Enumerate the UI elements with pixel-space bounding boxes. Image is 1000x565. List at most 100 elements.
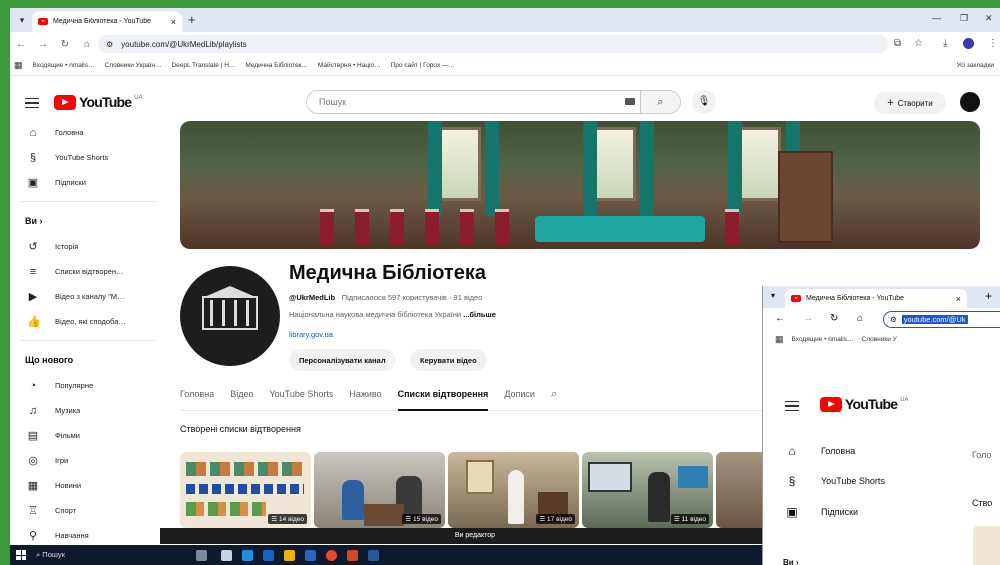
sidebar-item-movies[interactable]: ▤ Фільми — [10, 423, 160, 448]
new-tab-icon[interactable]: + — [188, 12, 196, 27]
bookmark-item[interactable]: Входящие • nmalis… — [792, 336, 854, 343]
tab-search-icon[interactable]: ▾ — [771, 291, 775, 300]
thumb-banner — [678, 466, 708, 488]
create-label: Створити — [897, 98, 933, 108]
playlist-thumbnail[interactable]: ☰ 11 відео — [582, 452, 713, 528]
browser-tab[interactable]: Медична Бібліотека - YouTube × — [32, 11, 182, 32]
task-view-icon[interactable] — [221, 549, 232, 561]
sidebar-item-your-videos[interactable]: ▶ Відео з каналу "М… — [10, 284, 160, 309]
edge-icon[interactable] — [242, 549, 253, 561]
sidebar-item-subscriptions[interactable]: ▣ Підписки — [10, 170, 160, 195]
all-bookmarks[interactable]: Усі закладки — [957, 62, 994, 69]
url-field[interactable]: ⚙ youtube.com/@UkrMedLib/playlists — [98, 35, 888, 53]
maximize-icon[interactable]: ❐ — [960, 13, 968, 24]
tab-search-icon[interactable]: ▾ — [14, 12, 30, 28]
keyboard-icon[interactable] — [625, 98, 635, 105]
close-tab-icon[interactable]: × — [956, 294, 961, 304]
bookmark-item[interactable]: Входящие • nmalis… — [33, 62, 95, 69]
playlist-count: 17 відео — [547, 516, 572, 523]
bookmark-item[interactable]: DeepL Translate | H… — [171, 62, 235, 69]
tab-home[interactable]: Головна — [180, 385, 214, 411]
create-button[interactable]: + Створити — [874, 92, 946, 114]
sidebar-item-subscriptions[interactable]: ▣ Підписки — [785, 505, 858, 519]
playlist-thumbnail[interactable]: ☰ 17 відео — [448, 452, 579, 528]
youtube-logo[interactable]: YouTube UA — [54, 94, 143, 110]
reload-icon[interactable]: ↻ — [54, 39, 76, 50]
chrome-icon[interactable] — [326, 549, 337, 561]
sidebar-item-news[interactable]: ▦ Новини — [10, 473, 160, 498]
microphone-icon[interactable]: 🎙 — [692, 90, 716, 114]
hamburger-menu-icon[interactable] — [25, 98, 39, 108]
bookmark-star-icon[interactable]: ☆ — [914, 38, 923, 49]
search-box[interactable]: Пошук ⌕ — [306, 90, 681, 114]
store-icon[interactable] — [305, 549, 316, 561]
bookmark-item[interactable]: Про сайт | Горох —… — [391, 62, 455, 69]
sidebar-item-shorts[interactable]: § YouTube Shorts — [10, 145, 160, 170]
sidebar-item-playlists[interactable]: ≡ Списки відтворен… — [10, 259, 160, 284]
reload-icon[interactable]: ↻ — [830, 313, 838, 324]
sidebar-item-liked[interactable]: 👍 Відео, які сподоба… — [10, 309, 160, 334]
you-heading[interactable]: Ви › — [783, 558, 799, 565]
bookmark-item[interactable]: Словники У — [862, 336, 897, 343]
more-link[interactable]: ...більше — [463, 310, 496, 319]
sidebar-item-sport[interactable]: ♖ Спорт — [10, 498, 160, 523]
sidebar-item-trending[interactable]: ◔ Популярне — [10, 373, 160, 398]
close-window-icon[interactable]: ✕ — [985, 13, 993, 24]
windows-start-icon[interactable] — [16, 550, 26, 560]
sidebar-item-gaming[interactable]: ◎ Ігри — [10, 448, 160, 473]
taskbar-search[interactable]: ⌕ Пошук — [36, 550, 186, 560]
download-icon[interactable]: ⤓ — [943, 38, 947, 49]
bookmark-item[interactable]: Медична Бібліотек… — [245, 62, 308, 69]
playlist-thumbnail[interactable]: ☰ 14 відео — [180, 452, 311, 528]
close-tab-icon[interactable]: × — [171, 17, 176, 27]
tab-videos[interactable]: Відео — [230, 385, 253, 411]
bookmark-item[interactable]: Майстерня • Націо… — [318, 62, 381, 69]
bookmark-item[interactable]: Словники Україн… — [105, 62, 162, 69]
url-field[interactable]: ⚙ youtube.com/@Uk — [883, 311, 1000, 328]
sidebar-item-shorts[interactable]: § YouTube Shorts — [785, 474, 885, 488]
widgets-icon[interactable] — [196, 549, 207, 561]
apps-icon[interactable]: ▦ — [14, 60, 23, 71]
back-icon[interactable]: ← — [10, 39, 32, 50]
channel-search-icon[interactable]: ⌕ — [551, 385, 557, 411]
tab-home-partial[interactable]: Голо — [972, 450, 991, 460]
sidebar-item-history[interactable]: ↺ Історія — [10, 234, 160, 259]
new-tab-icon[interactable]: + — [985, 289, 992, 303]
site-info-icon[interactable]: ⚙ — [890, 315, 897, 324]
profile-icon[interactable] — [963, 38, 974, 49]
channel-link[interactable]: library.gov.ua — [289, 330, 333, 339]
sidebar-item-home[interactable]: ⌂ Головна — [785, 444, 855, 458]
forward-icon[interactable]: → — [32, 39, 54, 50]
home-browser-icon[interactable]: ⌂ — [76, 39, 98, 50]
translate-icon[interactable]: ⧉ — [894, 38, 901, 49]
home-browser-icon[interactable]: ⌂ — [857, 313, 863, 324]
search-input[interactable]: Пошук — [319, 97, 346, 107]
browser-tab[interactable]: Медична Бібліотека - YouTube × — [785, 289, 967, 308]
tab-live[interactable]: Наживо — [349, 385, 381, 411]
account-avatar[interactable] — [960, 92, 980, 112]
customize-channel-button[interactable]: Персоналізувати канал — [289, 349, 396, 371]
file-explorer-icon[interactable] — [284, 549, 295, 561]
tab-shorts[interactable]: YouTube Shorts — [269, 385, 333, 411]
tab-posts[interactable]: Дописи — [504, 385, 535, 411]
search-icon[interactable]: ⌕ — [640, 91, 680, 113]
outlook-icon[interactable] — [263, 549, 274, 561]
manage-videos-button[interactable]: Керувати відео — [410, 349, 487, 371]
you-heading[interactable]: Ви › — [10, 208, 160, 234]
tab-playlists[interactable]: Списки відтворення — [397, 385, 489, 411]
word-icon[interactable] — [368, 549, 379, 561]
sidebar-item-music[interactable]: ♫ Музика — [10, 398, 160, 423]
sidebar-item-home[interactable]: ⌂ Головна — [10, 120, 160, 145]
playlist-thumbnail-partial[interactable] — [973, 526, 1000, 565]
playlist-thumbnail[interactable]: ☰ 15 відео — [314, 452, 445, 528]
apps-icon[interactable]: ▦ — [775, 334, 784, 345]
channel-description[interactable]: Національна наукова медична бібліотека У… — [289, 310, 496, 319]
minimize-icon[interactable]: — — [932, 13, 941, 23]
powerpoint-icon[interactable] — [347, 549, 358, 561]
hamburger-menu-icon[interactable] — [785, 401, 799, 411]
forward-icon[interactable]: → — [803, 313, 813, 324]
youtube-logo[interactable]: YouTube UA — [820, 396, 909, 412]
menu-dots-icon[interactable]: ⋮ — [988, 38, 998, 49]
back-icon[interactable]: ← — [775, 313, 785, 324]
site-info-icon[interactable]: ⚙ — [106, 40, 113, 49]
